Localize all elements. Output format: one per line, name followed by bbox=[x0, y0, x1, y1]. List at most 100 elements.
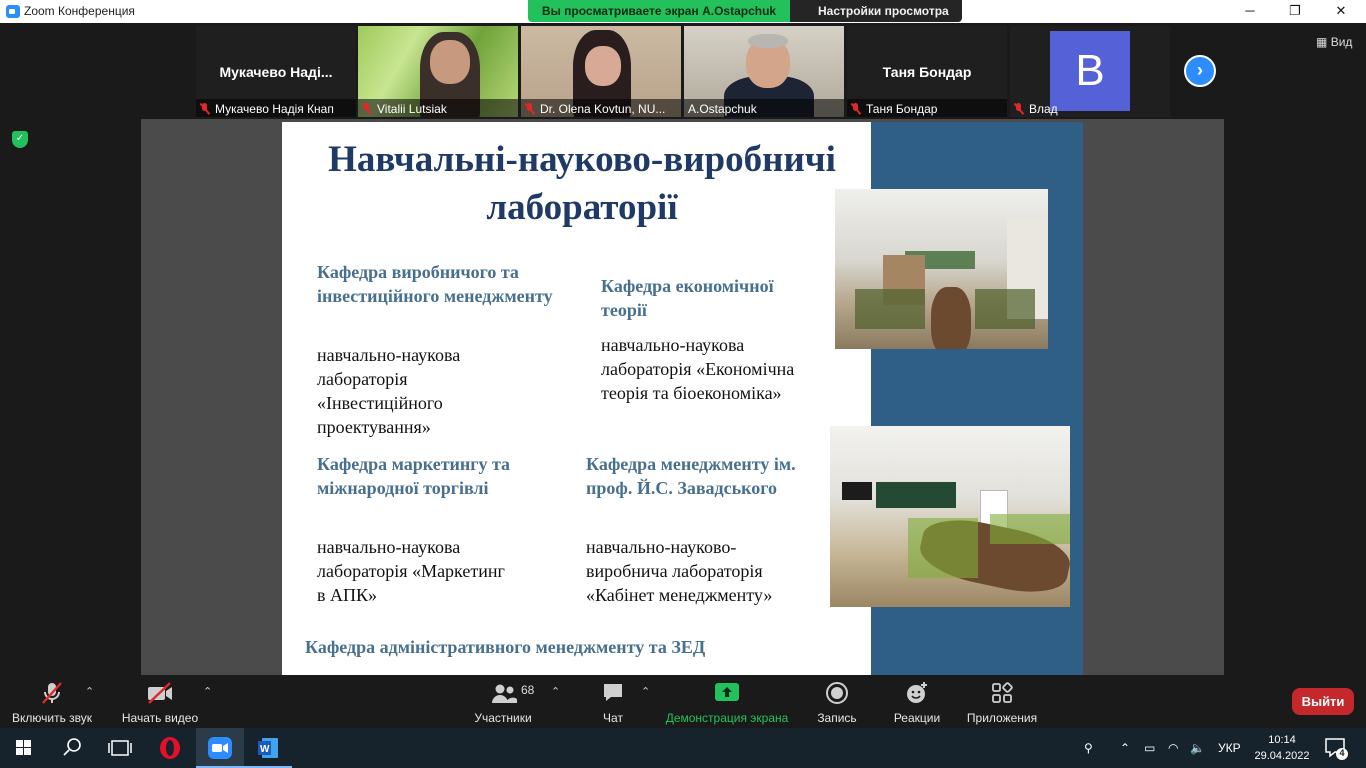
participant-name: A.Ostapchuk bbox=[688, 102, 757, 116]
view-options-button[interactable]: Настройки просмотра ⌄ bbox=[790, 0, 962, 40]
leave-meeting-button[interactable]: Выйти bbox=[1292, 688, 1354, 715]
view-button[interactable]: ▦ Вид bbox=[1316, 35, 1352, 49]
task-view-icon[interactable] bbox=[96, 728, 144, 768]
start-video-label: Начать видео bbox=[121, 711, 199, 725]
participant-label: Vitalii Lutsiak bbox=[358, 99, 518, 117]
reactions-button[interactable]: Реакции bbox=[890, 681, 944, 725]
microphone-muted-icon bbox=[8, 681, 96, 705]
search-icon[interactable] bbox=[48, 728, 96, 768]
people-icon[interactable]: ⚲ bbox=[1084, 728, 1093, 768]
input-language[interactable]: УКР bbox=[1218, 728, 1241, 768]
chat-button[interactable]: Чат bbox=[592, 681, 634, 725]
unmute-button[interactable]: Включить звук bbox=[8, 681, 96, 725]
video-strip: Мукачево Наді... Мукачево Надія Кнап Vit… bbox=[0, 23, 1366, 119]
share-screen-arrow-icon bbox=[664, 681, 790, 705]
notifications-icon[interactable]: 4 bbox=[1312, 728, 1360, 768]
participant-tile[interactable]: Таня Бондар Таня Бондар bbox=[847, 26, 1007, 117]
smiley-plus-icon bbox=[890, 681, 944, 705]
participants-label: Участники bbox=[474, 711, 532, 725]
mic-muted-icon bbox=[525, 103, 534, 115]
participants-options-caret-icon[interactable]: ⌃ bbox=[551, 685, 560, 698]
screen-share-banner: Вы просматриваете экран A.Ostapchuk Наст… bbox=[528, 0, 962, 40]
slide-title: Навчальні-науково-виробничі лабораторії bbox=[328, 139, 836, 228]
record-icon bbox=[812, 681, 862, 705]
share-screen-label: Демонстрация экрана bbox=[665, 711, 789, 725]
laboratory-text: навчально-наукова лабораторія «Маркетинг… bbox=[317, 537, 505, 605]
view-button-label: Вид bbox=[1330, 35, 1353, 49]
reactions-label: Реакции bbox=[893, 711, 941, 725]
participant-label: Мукачево Надія Кнап bbox=[196, 99, 356, 117]
participants-count: 68 bbox=[521, 683, 535, 697]
chat-bubble-icon bbox=[592, 681, 634, 705]
restore-button[interactable]: ❐ bbox=[1272, 0, 1318, 23]
participant-big-name: Мукачево Наді... bbox=[219, 64, 333, 80]
camera-off-icon bbox=[118, 681, 202, 705]
participant-tile[interactable]: Vitalii Lutsiak bbox=[358, 26, 518, 117]
laboratory-text: навчально-наукова лабораторія «Інвестиці… bbox=[317, 345, 461, 437]
participant-name: Влад bbox=[1029, 102, 1058, 116]
mic-muted-icon bbox=[1014, 103, 1023, 115]
participants-button[interactable]: 68 Участники bbox=[470, 681, 536, 725]
participant-label: Dr. Olena Kovtun, NU... bbox=[521, 99, 681, 117]
record-button[interactable]: Запись bbox=[812, 681, 862, 725]
chat-label: Чат bbox=[603, 711, 623, 725]
presentation-slide: Навчальні-науково-виробничі лабораторії … bbox=[282, 122, 1083, 675]
video-options-caret-icon[interactable]: ⌃ bbox=[203, 685, 212, 698]
participant-name: Dr. Olena Kovtun, NU... bbox=[540, 102, 666, 116]
participant-tile[interactable]: Dr. Olena Kovtun, NU... bbox=[521, 26, 681, 117]
zoom-taskbar-icon[interactable] bbox=[196, 728, 244, 768]
windows-taskbar: W ⚲ ⌃ ▭ ◠ 🔈 УКР 10:14 29.04.2022 4 bbox=[0, 728, 1366, 768]
volume-icon[interactable]: 🔈 bbox=[1190, 728, 1205, 768]
notifications-count: 4 bbox=[1339, 748, 1345, 758]
close-button[interactable]: ✕ bbox=[1318, 0, 1364, 23]
start-video-button[interactable]: Начать видео bbox=[118, 681, 202, 725]
opera-browser-icon[interactable] bbox=[146, 728, 194, 768]
participant-big-name: Таня Бондар bbox=[882, 64, 972, 80]
encryption-shield-icon[interactable]: ✓ bbox=[12, 131, 28, 148]
system-clock[interactable]: 10:14 29.04.2022 bbox=[1252, 732, 1312, 764]
mic-muted-icon bbox=[851, 103, 860, 115]
department-heading: Кафедра виробничого та інвестиційного ме… bbox=[317, 262, 553, 306]
laboratory-photo bbox=[830, 426, 1070, 607]
participant-name: Таня Бондар bbox=[866, 102, 938, 116]
participant-tile[interactable]: B Влад bbox=[1010, 26, 1170, 117]
meeting-toolbar: Включить звук ⌃ Начать видео ⌃ 68 Участн… bbox=[0, 675, 1366, 728]
wifi-icon[interactable]: ◠ bbox=[1168, 728, 1178, 768]
grid-icon: ▦ bbox=[1316, 35, 1328, 49]
mic-muted-icon bbox=[200, 103, 209, 115]
department-heading: Кафедра менеджменту ім. проф. Й.С. Завад… bbox=[586, 454, 796, 498]
laboratory-photo bbox=[835, 189, 1048, 349]
laboratory-text: навчально-наукова лабораторія «Економічн… bbox=[601, 335, 795, 403]
minimize-button[interactable]: ─ bbox=[1227, 0, 1273, 23]
windows-start-icon[interactable] bbox=[0, 728, 48, 768]
apps-label: Приложения bbox=[966, 711, 1038, 725]
participant-tile[interactable]: Мукачево Наді... Мукачево Надія Кнап bbox=[196, 26, 356, 117]
clock-date: 29.04.2022 bbox=[1254, 750, 1310, 762]
laboratory-text: навчально-науково-виробнича лабораторія … bbox=[586, 537, 773, 605]
mic-muted-icon bbox=[362, 103, 371, 115]
department-heading: Кафедра адміністративного менеджменту та… bbox=[305, 637, 706, 657]
audio-options-caret-icon[interactable]: ⌃ bbox=[85, 685, 94, 698]
unmute-label: Включить звук bbox=[11, 711, 93, 725]
window-title: Zoom Конференция bbox=[24, 4, 135, 18]
participant-label: Таня Бондар bbox=[847, 99, 1007, 117]
battery-icon[interactable]: ▭ bbox=[1144, 728, 1155, 768]
apps-icon bbox=[962, 681, 1042, 705]
participant-label: Влад bbox=[1010, 99, 1170, 117]
next-page-arrow-icon[interactable]: › bbox=[1184, 55, 1216, 87]
record-label: Запись bbox=[817, 711, 857, 725]
department-heading: Кафедра економічної теорії bbox=[601, 276, 774, 320]
share-screen-button[interactable]: Демонстрация экрана bbox=[664, 681, 790, 725]
clock-time: 10:14 bbox=[1268, 734, 1296, 746]
svg-text:W: W bbox=[260, 744, 270, 755]
apps-button[interactable]: Приложения bbox=[962, 681, 1042, 725]
participant-name: Vitalii Lutsiak bbox=[377, 102, 447, 116]
participant-label: A.Ostapchuk bbox=[684, 99, 844, 117]
participants-icon: 68 bbox=[473, 681, 535, 705]
zoom-app-icon bbox=[6, 5, 20, 18]
word-icon[interactable]: W bbox=[244, 728, 292, 768]
show-hidden-icons-chevron-icon[interactable]: ⌃ bbox=[1120, 728, 1130, 768]
department-heading: Кафедра маркетингу та міжнародної торгів… bbox=[317, 454, 511, 498]
participant-tile-active-speaker[interactable]: A.Ostapchuk bbox=[684, 26, 844, 117]
chat-options-caret-icon[interactable]: ⌃ bbox=[641, 685, 650, 698]
